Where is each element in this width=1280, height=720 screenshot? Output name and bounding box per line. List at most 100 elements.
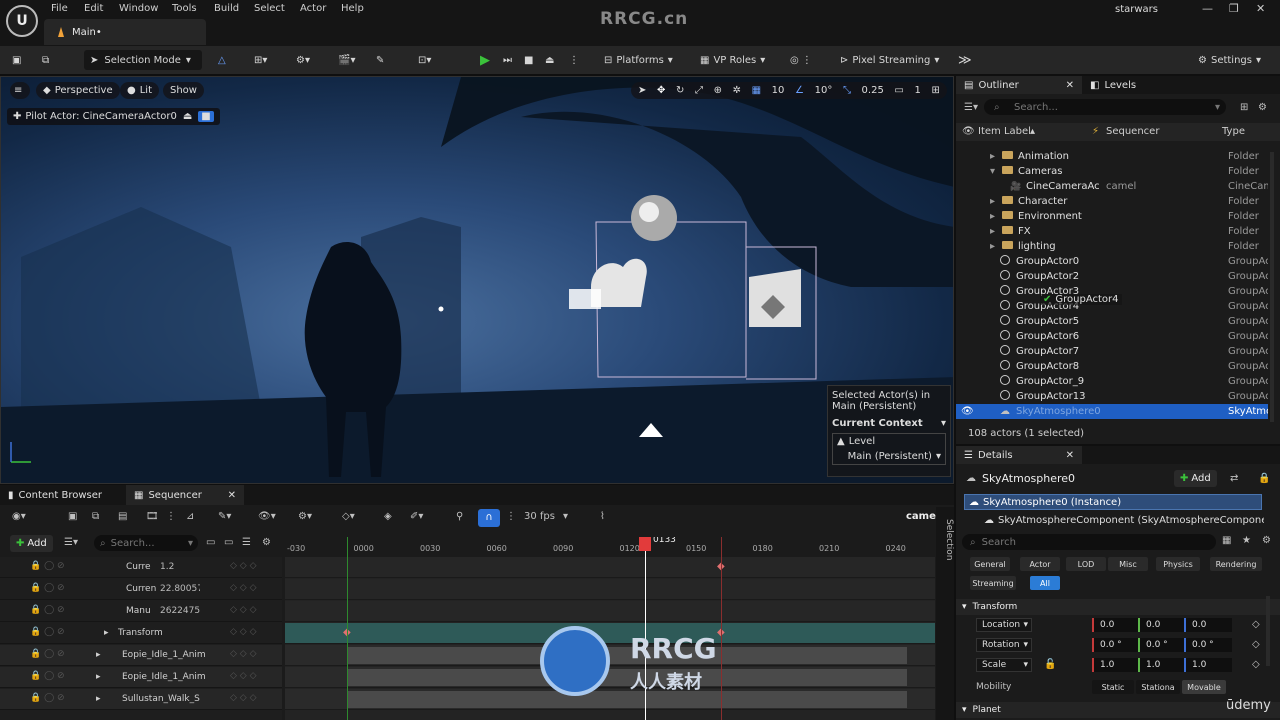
menu-select[interactable]: Select <box>254 3 285 14</box>
blueprint-icon[interactable]: ⚙▾ <box>296 50 310 70</box>
expand-icon[interactable]: ▭ <box>224 537 233 548</box>
outliner-row[interactable]: GroupActor13 GroupAct <box>956 389 1268 404</box>
outliner-row[interactable]: ▸ FX Folder <box>956 224 1268 239</box>
timeline-lane[interactable]: ◆ <box>285 557 935 578</box>
chevron-right-icon[interactable]: ▸ <box>96 672 101 682</box>
chevron-right-icon[interactable]: ▸ <box>96 650 101 660</box>
track-state-icons[interactable]: 🔒 ◯ ⊘ <box>30 583 65 593</box>
curve-editor-icon[interactable]: ⌇ <box>600 511 605 522</box>
selection-side-tab[interactable]: Selection <box>936 507 954 720</box>
scale-snap-icon[interactable]: ⤡ <box>843 85 851 96</box>
save-as-icon[interactable]: ⧉ <box>92 511 99 522</box>
outliner-row[interactable]: GroupActor8 GroupAct <box>956 359 1268 374</box>
close-icon[interactable]: ✕ <box>1256 2 1265 15</box>
chevron-right-icon[interactable]: ▸ <box>990 151 995 162</box>
filter-streaming[interactable]: Streaming <box>970 576 1016 590</box>
chevron-right-icon[interactable]: ▸ <box>990 226 995 237</box>
camera-speed-icon[interactable]: ▭ <box>894 85 903 96</box>
filter-all[interactable]: All <box>1030 576 1060 590</box>
cinematics-icon[interactable]: 🎬▾ <box>338 50 355 70</box>
add-folder-icon[interactable]: ⊞ <box>1240 102 1248 113</box>
track-row[interactable]: 🔒 ◯ ⊘ Curren 22.80057 ◇ ◇ ◇ <box>0 579 282 600</box>
chevron-right-icon[interactable]: ▸ <box>990 196 995 207</box>
scale-snap-value[interactable]: 0.25 <box>862 85 884 96</box>
list-icon[interactable]: ☰ <box>242 537 251 548</box>
play-icon[interactable]: ▶ <box>480 50 490 70</box>
blueprint-convert-icon[interactable]: ⇄ <box>1230 473 1238 484</box>
marker-icon[interactable]: ⚲ <box>456 511 463 522</box>
menu-help[interactable]: Help <box>341 3 364 14</box>
edit-tools-icon[interactable]: ✎▾ <box>218 511 231 522</box>
add-actor-icon[interactable]: ⊞▾ <box>254 50 267 70</box>
filter-lod[interactable]: LOD <box>1066 557 1106 571</box>
maximize-icon[interactable]: ❐ <box>1229 2 1239 15</box>
menu-window[interactable]: Window <box>119 3 158 14</box>
chevron-right-icon[interactable]: ▸ <box>96 694 101 704</box>
rotation-snap-value[interactable]: 10° <box>815 85 833 96</box>
scale-x-field[interactable]: 1.0 <box>1092 658 1140 672</box>
tab-levels[interactable]: ◧ Levels <box>1082 76 1145 94</box>
current-context-dropdown[interactable]: Current Context ▾ <box>832 418 946 429</box>
level-viewport[interactable]: ≡ ◆ Perspective ● Lit Show ➤ ✥ ↻ ⤢ ⊕ ✲ ▦ 10… <box>0 76 954 484</box>
transform-section-header[interactable]: ▾ Transform <box>956 599 1280 615</box>
rotate-tool-icon[interactable]: ↻ <box>676 85 684 96</box>
outliner-row[interactable]: ▸ Environment Folder <box>956 209 1268 224</box>
chevron-down-icon[interactable]: ▾ <box>990 166 995 177</box>
filter-misc[interactable]: Misc <box>1108 557 1148 571</box>
surface-snap-icon[interactable]: ✲ <box>733 85 741 96</box>
track-state-icons[interactable]: 🔒 ◯ ⊘ <box>30 627 65 637</box>
menu-tools[interactable]: Tools <box>172 3 197 14</box>
playback-start-marker[interactable] <box>347 537 348 720</box>
more-icon[interactable]: ⋮ <box>166 511 176 522</box>
keyframe-nav-icons[interactable]: ◇ ◇ ◇ <box>230 671 257 681</box>
grid-snap-value[interactable]: 10 <box>772 85 785 96</box>
lock-icon[interactable]: 🔒 <box>1258 473 1270 484</box>
location-mode-dropdown[interactable]: Location ▾ <box>976 618 1032 632</box>
actions-icon[interactable]: ⊿ <box>186 511 194 522</box>
menu-actor[interactable]: Actor <box>300 3 326 14</box>
outliner-row[interactable]: GroupActor2 GroupAct <box>956 269 1268 284</box>
table-view-icon[interactable]: ▦ <box>1222 535 1231 546</box>
outliner-row[interactable]: GroupActor0 GroupAct <box>956 254 1268 269</box>
close-icon[interactable]: ✕ <box>228 490 236 501</box>
settings-gear-icon[interactable]: ⚙ <box>1258 102 1267 113</box>
scale-y-field[interactable]: 1.0 <box>1138 658 1186 672</box>
sort-up-icon[interactable]: ▴ <box>1030 126 1035 137</box>
keyframe-diamond-icon[interactable]: ◇ <box>1252 619 1260 630</box>
select-tool-icon[interactable]: ➤ <box>638 85 646 96</box>
outliner-row[interactable]: GroupActor_9 GroupAct <box>956 374 1268 389</box>
outliner-row[interactable]: GroupActor7 GroupAct <box>956 344 1268 359</box>
save-icon[interactable]: ▣ <box>68 511 77 522</box>
layout-icon[interactable]: ⊞ <box>931 85 939 96</box>
track-row[interactable]: 🔒 ◯ ⊘ ▸ Eopie_Idle_1_Anim ◇ ◇ ◇ <box>0 667 282 688</box>
scale-z-field[interactable]: 1.0 <box>1184 658 1232 672</box>
tab-details[interactable]: ☰ Details ✕ <box>956 446 1082 464</box>
playhead-handle[interactable] <box>639 537 651 551</box>
more-icon[interactable]: ⋮ <box>506 511 516 522</box>
world-space-icon[interactable]: ⊕ <box>714 85 722 96</box>
key-icon[interactable]: ◇▾ <box>342 511 355 522</box>
eject-icon[interactable]: ⏏ <box>545 50 554 70</box>
track-value[interactable]: 26224751 <box>160 606 200 616</box>
track-row[interactable]: 🔒 ◯ ⊘ Curre 1.2 ◇ ◇ ◇ <box>0 557 282 578</box>
tab-main-level[interactable]: Main• <box>44 19 206 45</box>
save-icon[interactable]: ▣ <box>12 50 21 70</box>
column-type[interactable]: Type <box>1222 126 1245 137</box>
keyframe-nav-icons[interactable]: ◇ ◇ ◇ <box>230 693 257 703</box>
vcam-icon[interactable]: ◎ ⋮ <box>790 50 812 70</box>
level-select[interactable]: Main (Persistent) ▾ <box>837 451 941 462</box>
rotation-z-field[interactable]: 0.0 ° <box>1184 638 1232 652</box>
outliner-row[interactable]: 🎥 CineCameraAc camel CineCam <box>956 179 1268 194</box>
location-x-field[interactable]: 0.0 <box>1092 618 1140 632</box>
close-icon[interactable]: ✕ <box>1066 80 1074 91</box>
viewport-menu-icon[interactable]: ≡ <box>10 82 30 99</box>
outliner-search-input[interactable]: ⌕ Search... ▾ <box>984 99 1226 115</box>
mobility-static[interactable]: Static <box>1092 680 1134 694</box>
rotation-y-field[interactable]: 0.0 ° <box>1138 638 1186 652</box>
track-row[interactable]: 🔒 ◯ ⊘ Manu 26224751 ◇ ◇ ◇ <box>0 601 282 622</box>
keyframe-diamond-icon[interactable]: ◇ <box>1252 659 1260 670</box>
more-icon[interactable]: ⋮ <box>569 50 579 70</box>
rotation-snap-icon[interactable]: ∠ <box>795 85 804 96</box>
filter-icon[interactable]: ☰▾ <box>64 537 78 548</box>
location-z-field[interactable]: 0.0 <box>1184 618 1232 632</box>
